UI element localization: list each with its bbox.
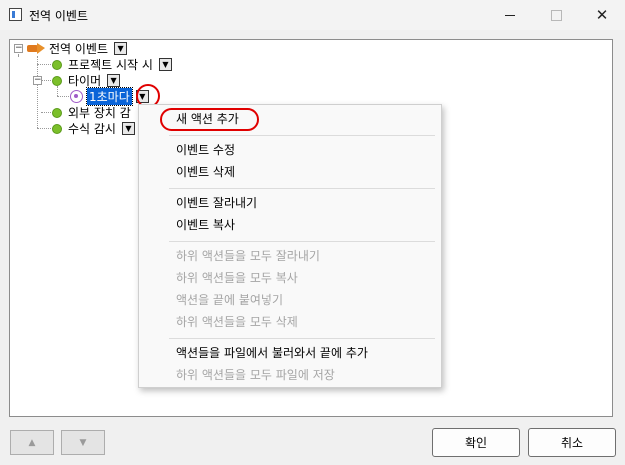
- menu-item-delete-all-actions: 하위 액션들을 모두 삭제: [176, 315, 298, 329]
- menu-item-paste-action-at-end: 액션을 끝에 붙여넣기: [176, 293, 283, 307]
- dropdown-button[interactable]: ▼: [107, 74, 121, 87]
- tree-node-label: 타이머: [68, 74, 102, 88]
- green-dot-icon: [52, 59, 62, 70]
- menu-item-cut-event[interactable]: 이벤트 잘라내기: [139, 192, 441, 214]
- tree-node-label: 1초마다: [86, 87, 133, 106]
- tree-connector: [37, 56, 38, 128]
- menu-item-cut-all-actions: 하위 액션들을 모두 잘라내기: [176, 249, 320, 263]
- button-bar: ▲ ▼ 확인 취소: [0, 417, 625, 465]
- tree-node-root[interactable]: 전역 이벤트 ▼: [27, 40, 128, 57]
- maximize-icon: [550, 9, 562, 21]
- annotation-oval: [160, 108, 259, 131]
- window-title: 전역 이벤트: [29, 9, 89, 23]
- close-button[interactable]: ✕: [579, 0, 625, 30]
- tree-node-external-device[interactable]: 외부 장치 감: [52, 104, 131, 121]
- arrow-down-icon: ▼: [79, 437, 87, 448]
- tree-node-project-start[interactable]: 프로젝트 시작 시 ▼: [52, 56, 172, 73]
- app-icon: [9, 8, 22, 21]
- chevron-down-icon: ▼: [110, 75, 117, 85]
- minimize-icon: [505, 14, 515, 16]
- menu-separator: [169, 338, 435, 339]
- menu-separator: [169, 135, 435, 136]
- menu-separator: [169, 241, 435, 242]
- maximize-button[interactable]: [533, 0, 579, 30]
- tree-connector: [37, 64, 51, 65]
- tree-collapse-toggle[interactable]: −: [14, 44, 23, 53]
- target-icon: [70, 90, 83, 103]
- menu-item-edit-event[interactable]: 이벤트 수정: [139, 139, 441, 161]
- tree-connector: [41, 112, 51, 113]
- dropdown-button[interactable]: ▼: [158, 58, 172, 71]
- context-menu: 새 액션 추가 이벤트 수정 이벤트 삭제 이벤트 잘라내기 이벤트 복사 하위…: [138, 104, 442, 388]
- move-up-button[interactable]: ▲: [10, 430, 54, 455]
- menu-item-save-actions-to-file: 하위 액션들을 모두 파일에 저장: [176, 368, 335, 382]
- dropdown-button[interactable]: ▼: [114, 42, 128, 55]
- cancel-button[interactable]: 취소: [528, 428, 616, 457]
- tree-connector: [18, 54, 19, 56]
- minimize-button[interactable]: [487, 0, 533, 30]
- menu-item-delete-event[interactable]: 이벤트 삭제: [139, 161, 441, 183]
- tree-node-label: 외부 장치 감: [68, 106, 131, 120]
- tree-connector: [57, 96, 69, 97]
- tree-connector: [41, 80, 51, 81]
- tree-node-formula-watch[interactable]: 수식 감시 ▼: [52, 120, 135, 137]
- green-dot-icon: [52, 75, 62, 86]
- arrow-up-icon: ▲: [28, 437, 36, 448]
- menu-separator: [169, 188, 435, 189]
- tree-collapse-toggle[interactable]: −: [33, 76, 42, 85]
- dropdown-button[interactable]: ▼: [121, 122, 135, 135]
- tree-node-label: 전역 이벤트: [49, 42, 109, 56]
- chevron-down-icon: ▼: [125, 123, 132, 133]
- megaphone-icon: [27, 43, 45, 54]
- chevron-down-icon: ▼: [117, 43, 124, 53]
- chevron-down-icon: ▼: [162, 59, 169, 69]
- close-icon: ✕: [595, 5, 609, 24]
- move-down-button[interactable]: ▼: [61, 430, 105, 455]
- tree-node-timer[interactable]: 타이머 ▼: [52, 72, 121, 89]
- title-bar: 전역 이벤트 ✕: [0, 0, 625, 30]
- menu-item-load-actions-from-file[interactable]: 액션들을 파일에서 불러와서 끝에 추가: [139, 342, 441, 364]
- menu-item-copy-event[interactable]: 이벤트 복사: [139, 214, 441, 236]
- ok-button[interactable]: 확인: [432, 428, 520, 457]
- green-dot-icon: [52, 123, 62, 134]
- tree-node-label: 수식 감시: [68, 122, 116, 136]
- tree-connector: [37, 128, 51, 129]
- menu-item-copy-all-actions: 하위 액션들을 모두 복사: [176, 271, 298, 285]
- tree-node-label: 프로젝트 시작 시: [68, 58, 153, 72]
- green-dot-icon: [52, 107, 62, 118]
